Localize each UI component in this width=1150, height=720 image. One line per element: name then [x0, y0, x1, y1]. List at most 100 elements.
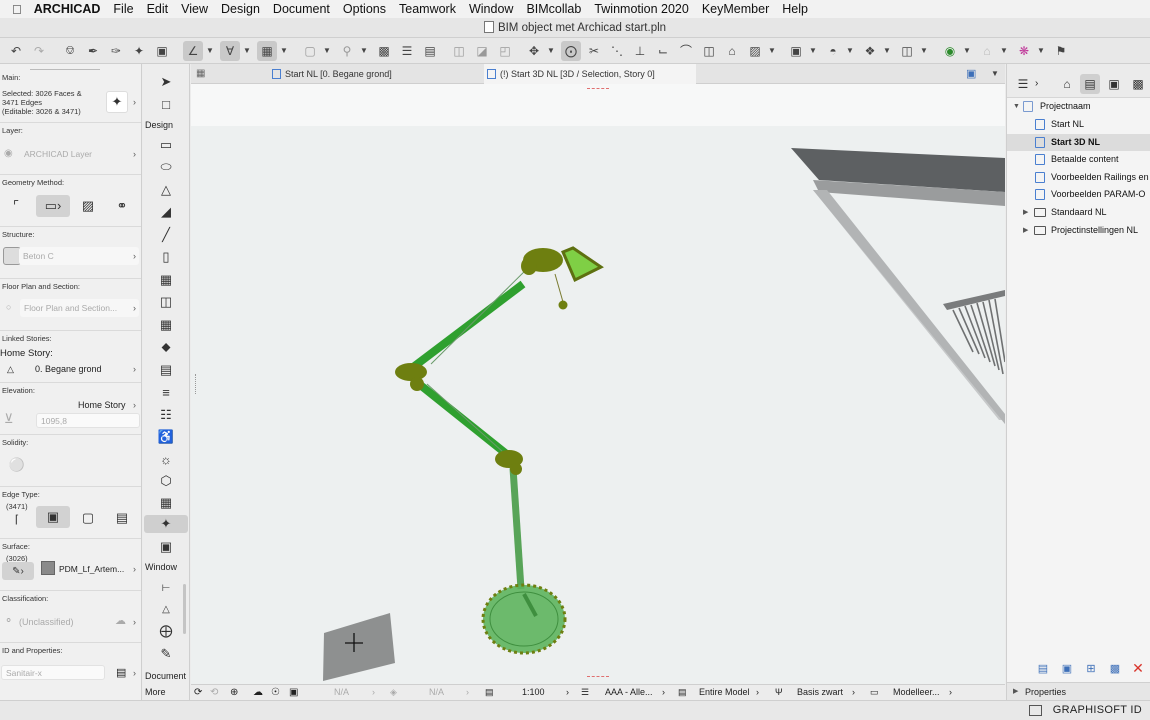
lock-icon[interactable]: ⚲	[337, 41, 357, 61]
chevron-right-icon[interactable]: ›	[133, 564, 136, 574]
pick-up-icon[interactable]: ⎊	[60, 41, 80, 61]
chevron-right-icon[interactable]: ›	[949, 687, 952, 697]
geometry-prism-icon[interactable]: ▨	[77, 195, 99, 217]
suspend-groups-icon[interactable]: ▩	[374, 41, 394, 61]
redo-icon[interactable]: ↷	[29, 41, 49, 61]
dimension-tool-icon[interactable]: ⊢	[155, 579, 177, 597]
chevron-right-icon[interactable]: ›	[133, 400, 136, 410]
menu-teamwork[interactable]: Teamwork	[399, 2, 456, 16]
floor-plan-field[interactable]: Floor Plan and Section...	[20, 299, 139, 317]
chevron-down-icon[interactable]: ▼	[963, 41, 971, 61]
morph-tool-icon[interactable]: ✦	[106, 91, 128, 113]
structure-field[interactable]: Beton C	[19, 247, 139, 265]
navigator-item-betaalde-content[interactable]: Betaalde content	[1007, 151, 1150, 168]
geometry-revolve-icon[interactable]: ⚭	[111, 195, 133, 217]
section-icon[interactable]: ◫	[897, 41, 917, 61]
chevron-down-icon[interactable]: ▼	[206, 41, 214, 61]
navigator-tree-icon[interactable]: ☰	[1013, 74, 1033, 94]
layout-book-icon[interactable]: ▣	[1104, 74, 1124, 94]
railing-tool-icon[interactable]: ☷	[155, 406, 177, 424]
marquee-tool-icon[interactable]: □	[155, 95, 177, 113]
curve-icon[interactable]: ⌒	[676, 41, 696, 61]
render-icon[interactable]: ◉	[940, 41, 960, 61]
stair-tool-icon[interactable]: ≡	[155, 383, 177, 401]
surface-value[interactable]: PDM_Lf_Artem...	[59, 564, 124, 574]
geometry-box-icon[interactable]: ▭›	[36, 195, 70, 217]
properties-toggle[interactable]: ▶ Properties	[1007, 682, 1150, 700]
chevron-right-icon[interactable]: ›	[133, 149, 136, 159]
delete-icon[interactable]: ✕	[1130, 660, 1146, 676]
menu-view[interactable]: View	[181, 2, 208, 16]
eyedropper-icon[interactable]: ✒	[83, 41, 103, 61]
chevron-right-icon[interactable]: ›	[566, 687, 569, 697]
eye-icon[interactable]: ◉	[4, 148, 13, 159]
hotspot-tool-icon[interactable]: ⨁	[155, 622, 177, 640]
graphisoft-id-icon[interactable]	[1029, 705, 1042, 716]
navigator-item-standaard-nl[interactable]: ▶ Standaard NL	[1007, 204, 1150, 221]
flag-icon[interactable]: ⚑	[1051, 41, 1071, 61]
edge-soft-icon[interactable]: ⌈	[6, 508, 28, 530]
chevron-down-icon[interactable]: ▼	[323, 41, 331, 61]
chevron-down-icon[interactable]: ▼	[360, 41, 368, 61]
chevron-down-icon[interactable]: ▼	[809, 41, 817, 61]
classification-value[interactable]: (Unclassified)	[19, 617, 74, 627]
cloud-icon[interactable]: ☁	[115, 614, 126, 627]
navigation-icon[interactable]: ☁	[253, 687, 263, 698]
scissors-icon[interactable]: ✂	[584, 41, 604, 61]
tab-start-3d-nl[interactable]: (!) Start 3D NL [3D / Selection, Story 0…	[484, 64, 696, 84]
wall-tool-icon[interactable]: ▭	[155, 136, 177, 154]
menu-window[interactable]: Window	[469, 2, 513, 16]
magic-wand-icon[interactable]: ✦	[129, 41, 149, 61]
save-view-icon[interactable]: ▣	[1059, 660, 1075, 676]
offset-icon[interactable]: ⊥	[630, 41, 650, 61]
publisher-icon[interactable]: ▩	[1128, 74, 1148, 94]
home-story-value[interactable]: 0. Begane grond	[35, 364, 102, 374]
zone-tool-icon[interactable]: ⬡	[155, 472, 177, 490]
chevron-right-icon[interactable]: ›	[133, 364, 136, 374]
rotation-value[interactable]: N/A	[429, 687, 444, 697]
surface-paint-icon[interactable]: ✎›	[2, 562, 34, 580]
navigator-item-start-nl[interactable]: Start NL	[1007, 116, 1150, 133]
arrow-tool-icon[interactable]: ➤	[155, 73, 177, 91]
skylight-tool-icon[interactable]: ⬥	[155, 338, 177, 356]
surface-swatch[interactable]	[41, 561, 55, 575]
grid-snap-icon[interactable]: ▦	[257, 40, 277, 61]
project-map-icon[interactable]: ⌂	[1057, 74, 1077, 94]
building-icon[interactable]: ⌂	[977, 41, 997, 61]
drawing-tool-icon[interactable]: ✎	[155, 645, 177, 663]
orbit-icon[interactable]: ⟳	[194, 687, 202, 698]
column-tool-icon[interactable]: ▯	[155, 248, 177, 266]
layer-value[interactable]: ARCHICAD Layer	[24, 149, 92, 159]
morph-tool-icon[interactable]: ✦	[144, 515, 188, 533]
fit-icon[interactable]: ▣	[289, 687, 298, 698]
3d-cutaway-icon[interactable]: ◓	[823, 41, 843, 61]
menu-file[interactable]: File	[113, 2, 133, 16]
chevron-right-icon[interactable]: ›	[1035, 78, 1038, 89]
level-tool-icon[interactable]: △	[155, 600, 177, 618]
chevron-right-icon[interactable]: ›	[372, 687, 375, 697]
triangle-right-icon[interactable]: ▶	[1023, 222, 1028, 239]
3d-box-icon[interactable]: ▣	[786, 41, 806, 61]
snap-guides-icon[interactable]: ∀	[220, 40, 240, 61]
tab-start-nl[interactable]: Start NL [0. Begane grond]	[269, 64, 455, 84]
chevron-right-icon[interactable]: ›	[466, 687, 469, 697]
navigator-item-start-3d-nl[interactable]: Start 3D NL	[1007, 134, 1150, 151]
menu-document[interactable]: Document	[273, 2, 330, 16]
chevron-down-icon[interactable]: ▼	[991, 69, 999, 78]
toolbox-scrollbar[interactable]	[183, 584, 186, 634]
chevron-right-icon[interactable]: ›	[662, 687, 665, 697]
fillet-icon[interactable]: ⌙	[653, 41, 673, 61]
split-icon[interactable]: ◫	[699, 41, 719, 61]
panel-resize-handle[interactable]	[195, 374, 198, 394]
syringe-icon[interactable]: ✑	[106, 41, 126, 61]
triangle-down-icon[interactable]: ▼	[1013, 98, 1020, 115]
chevron-right-icon[interactable]: ›	[133, 617, 136, 627]
slab-tool-icon[interactable]: ⬭	[155, 158, 177, 176]
group-icon[interactable]: ▢	[300, 41, 320, 61]
chevron-down-icon[interactable]: ▼	[1037, 41, 1045, 61]
chevron-right-icon[interactable]: ›	[852, 687, 855, 697]
zoom-in-icon[interactable]: ⊕	[230, 687, 238, 698]
undo-icon[interactable]: ↶	[6, 41, 26, 61]
shell-tool-icon[interactable]: ◢	[155, 203, 177, 221]
chevron-right-icon[interactable]: ›	[133, 303, 136, 313]
